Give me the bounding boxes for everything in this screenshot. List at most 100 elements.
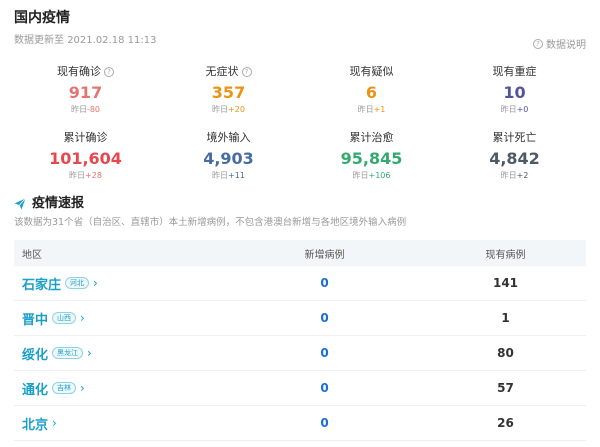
stat-label: 累计死亡	[492, 131, 537, 144]
stat-value: 6	[365, 83, 378, 102]
city-name[interactable]: 晋中	[22, 309, 48, 328]
stat-label: 累计治愈	[349, 131, 394, 144]
stat-value: 4,842	[489, 149, 540, 168]
new-cases: 0	[320, 416, 329, 430]
stat-delta: 昨日+2	[443, 170, 586, 182]
city-name[interactable]: 石家庄	[22, 274, 61, 293]
help-circle-icon: ?	[533, 38, 543, 49]
new-cases: 0	[320, 276, 329, 290]
stat-suspected: 现有疑似 6 昨日+1	[300, 64, 443, 124]
help-circle-icon[interactable]: ?	[104, 67, 114, 77]
new-cases: 0	[320, 346, 329, 360]
stat-imported: 境外输入 4,903 昨日+11	[157, 130, 300, 190]
stat-current-confirmed: 现有确诊 ? 917 昨日-80	[14, 64, 157, 124]
stats-row-cumulative: 累计确诊 101,604 昨日+28 境外输入 4,903 昨日+11 累计治愈…	[14, 130, 586, 190]
stat-severe: 现有重症 10 昨日+0	[443, 64, 586, 124]
stat-value: 917	[68, 83, 103, 102]
stat-label: 现有疑似	[349, 65, 394, 78]
delta-value: +28	[85, 171, 102, 180]
table-row[interactable]: 绥化 黑龙江 › 0 80	[14, 336, 586, 371]
new-cases: 0	[320, 311, 329, 325]
stat-death: 累计死亡 4,842 昨日+2	[443, 130, 586, 190]
delta-value: +1	[373, 105, 386, 114]
column-header-new: 新增病例	[304, 249, 345, 261]
province-tag: 河北	[65, 277, 90, 289]
chevron-right-icon[interactable]: ›	[80, 381, 85, 395]
update-prefix: 数据更新至	[14, 35, 64, 46]
stats-grid: 现有确诊 ? 917 昨日-80 无症状 ? 357 昨日+20 现有疑似 6 …	[14, 64, 586, 190]
delta-value: +0	[516, 105, 529, 114]
delta-value: +2	[516, 171, 529, 180]
chevron-right-icon[interactable]: ›	[52, 416, 57, 430]
header: 国内疫情 数据更新至 2021.02.18 11:13 ? 数据说明	[14, 8, 586, 51]
stat-value: 357	[211, 83, 246, 102]
delta-value: +20	[228, 105, 245, 114]
stat-label: 现有重症	[492, 65, 537, 78]
table-row[interactable]: 晋中 山西 › 0 1	[14, 301, 586, 336]
current-cases: 80	[497, 346, 514, 360]
delta-value: -80	[86, 105, 101, 114]
delta-prefix: 昨日	[500, 171, 517, 180]
chevron-right-icon[interactable]: ›	[80, 311, 85, 325]
column-header-current: 现有病例	[485, 249, 526, 261]
update-time-line: 数据更新至 2021.02.18 11:13	[14, 34, 586, 48]
section-description: 该数据为31个省（自治区、直辖市）本土新增病例，不包含港澳台新增与各地区境外输入…	[14, 217, 407, 228]
stat-value: 101,604	[49, 149, 122, 168]
stat-value: 4,903	[203, 149, 254, 168]
province-tag: 吉林	[52, 382, 77, 394]
stat-total-confirmed: 累计确诊 101,604 昨日+28	[14, 130, 157, 190]
stat-delta: 昨日+20	[157, 104, 300, 116]
delta-prefix: 昨日	[352, 171, 369, 180]
stat-delta: 昨日-80	[14, 104, 157, 116]
column-header-region: 地区	[22, 249, 42, 261]
table-header: 地区 新增病例 现有病例	[14, 240, 586, 266]
current-cases: 1	[501, 311, 510, 325]
delta-prefix: 昨日	[70, 105, 87, 114]
stat-label: 无症状	[205, 65, 239, 78]
delta-value: +11	[228, 171, 245, 180]
stat-delta: 昨日+106	[300, 170, 443, 182]
delta-prefix: 昨日	[69, 171, 86, 180]
page-title: 国内疫情	[14, 10, 70, 26]
stat-label: 累计确诊	[63, 131, 108, 144]
table-body: 石家庄 河北 › 0 141 晋中 山西 › 0 1 绥化 黑龙江 › 0 80	[14, 266, 586, 441]
city-table: 地区 新增病例 现有病例 石家庄 河北 › 0 141 晋中 山西 › 0 1 …	[14, 240, 586, 441]
data-explain-link[interactable]: ? 数据说明	[533, 36, 586, 51]
chevron-right-icon[interactable]: ›	[93, 276, 98, 290]
stat-cured: 累计治愈 95,845 昨日+106	[300, 130, 443, 190]
new-cases: 0	[320, 381, 329, 395]
update-time: 2021.02.18 11:13	[67, 35, 157, 46]
current-cases: 26	[497, 416, 514, 430]
city-name[interactable]: 绥化	[22, 344, 48, 363]
province-tag: 黑龙江	[52, 347, 84, 359]
stat-value: 95,845	[340, 149, 403, 168]
data-explain-label: 数据说明	[546, 40, 586, 51]
city-name[interactable]: 北京	[22, 414, 48, 433]
current-cases: 141	[492, 276, 519, 290]
stat-delta: 昨日+28	[14, 170, 157, 182]
section-title-text: 疫情速报	[32, 196, 85, 211]
delta-prefix: 昨日	[212, 105, 229, 114]
section-title: 疫情速报	[14, 195, 586, 213]
stat-label: 现有确诊	[57, 65, 101, 78]
stat-delta: 昨日+0	[443, 104, 586, 116]
delta-value: +106	[368, 171, 391, 180]
stat-delta: 昨日+11	[157, 170, 300, 182]
paper-plane-icon	[14, 198, 26, 210]
help-circle-icon[interactable]: ?	[241, 67, 252, 77]
stat-value: 10	[503, 83, 526, 102]
stat-delta: 昨日+1	[300, 104, 443, 116]
delta-prefix: 昨日	[357, 105, 374, 114]
stat-asymptomatic: 无症状 ? 357 昨日+20	[157, 64, 300, 124]
delta-prefix: 昨日	[500, 105, 517, 114]
chevron-right-icon[interactable]: ›	[87, 346, 92, 360]
stat-label: 境外输入	[206, 131, 251, 144]
stats-row-current: 现有确诊 ? 917 昨日-80 无症状 ? 357 昨日+20 现有疑似 6 …	[14, 64, 586, 124]
delta-prefix: 昨日	[212, 171, 229, 180]
table-row[interactable]: 石家庄 河北 › 0 141	[14, 266, 586, 301]
current-cases: 57	[497, 381, 514, 395]
quick-report-section: 疫情速报 该数据为31个省（自治区、直辖市）本土新增病例，不包含港澳台新增与各地…	[14, 195, 586, 230]
city-name[interactable]: 通化	[22, 379, 48, 398]
table-row[interactable]: 北京 › 0 26	[14, 406, 586, 441]
table-row[interactable]: 通化 吉林 › 0 57	[14, 371, 586, 406]
